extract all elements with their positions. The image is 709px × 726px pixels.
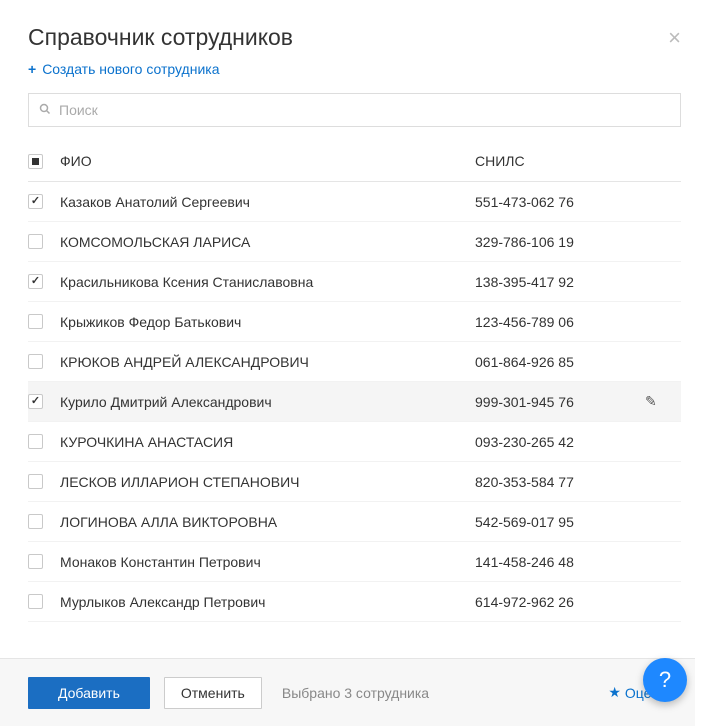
row-checkbox[interactable] (28, 234, 43, 249)
column-header-name[interactable]: ФИО (52, 153, 475, 169)
row-checkbox[interactable] (28, 594, 43, 609)
row-checkbox[interactable] (28, 434, 43, 449)
dialog-header: Справочник сотрудников × (28, 24, 681, 51)
create-employee-label: Создать нового сотрудника (42, 61, 219, 77)
employee-snils: 542-569-017 95 (475, 514, 645, 530)
row-checkbox[interactable] (28, 354, 43, 369)
employee-snils: 551-473-062 76 (475, 194, 645, 210)
employee-snils: 329-786-106 19 (475, 234, 645, 250)
employee-snils: 123-456-789 06 (475, 314, 645, 330)
table-row[interactable]: Казаков Анатолий Сергеевич551-473-062 76… (28, 182, 681, 222)
employee-name: КРЮКОВ АНДРЕЙ АЛЕКСАНДРОВИЧ (52, 354, 475, 370)
employee-name: Мурлыков Александр Петрович (52, 594, 475, 610)
create-employee-link[interactable]: + Создать нового сотрудника (28, 61, 220, 77)
employee-snils: 138-395-417 92 (475, 274, 645, 290)
table-row[interactable]: КРЮКОВ АНДРЕЙ АЛЕКСАНДРОВИЧ061-864-926 8… (28, 342, 681, 382)
employee-snils: 820-353-584 77 (475, 474, 645, 490)
row-checkbox[interactable] (28, 394, 43, 409)
select-all-checkbox[interactable] (28, 154, 43, 169)
table-row[interactable]: Красильникова Ксения Станиславовна138-39… (28, 262, 681, 302)
employee-snils: 093-230-265 42 (475, 434, 645, 450)
employee-snils: 614-972-962 26 (475, 594, 645, 610)
help-fab[interactable]: ? (643, 658, 687, 702)
dialog-title: Справочник сотрудников (28, 24, 293, 51)
search-box[interactable] (28, 93, 681, 127)
table-row[interactable]: Монаков Константин Петрович141-458-246 4… (28, 542, 681, 582)
selected-count: Выбрано 3 сотрудника (282, 685, 429, 701)
search-icon (39, 102, 51, 118)
row-checkbox[interactable] (28, 514, 43, 529)
table-header: ФИО СНИЛС (28, 145, 681, 182)
employee-list: Казаков Анатолий Сергеевич551-473-062 76… (28, 182, 681, 712)
table-row[interactable]: ЛОГИНОВА АЛЛА ВИКТОРОВНА542-569-017 95✎ (28, 502, 681, 542)
employee-name: Монаков Константин Петрович (52, 554, 475, 570)
employee-name: Красильникова Ксения Станиславовна (52, 274, 475, 290)
dialog-scroll[interactable]: Справочник сотрудников × + Создать новог… (0, 0, 709, 726)
employee-name: Казаков Анатолий Сергеевич (52, 194, 475, 210)
star-icon: ★ (608, 684, 621, 701)
table-row[interactable]: КОМСОМОЛЬСКАЯ ЛАРИСА329-786-106 19✎ (28, 222, 681, 262)
row-checkbox[interactable] (28, 314, 43, 329)
employee-name: КОМСОМОЛЬСКАЯ ЛАРИСА (52, 234, 475, 250)
employee-name: ЛОГИНОВА АЛЛА ВИКТОРОВНА (52, 514, 475, 530)
employee-name: Курило Дмитрий Александрович (52, 394, 475, 410)
row-checkbox[interactable] (28, 274, 43, 289)
close-button[interactable]: × (668, 27, 681, 49)
edit-icon[interactable]: ✎ (645, 393, 657, 409)
row-checkbox[interactable] (28, 554, 43, 569)
employee-directory-dialog: Справочник сотрудников × + Создать новог… (0, 0, 709, 712)
employee-snils: 141-458-246 48 (475, 554, 645, 570)
question-icon: ? (659, 667, 671, 693)
add-button[interactable]: Добавить (28, 677, 150, 709)
employee-name: КУРОЧКИНА АНАСТАСИЯ (52, 434, 475, 450)
employee-snils: 061-864-926 85 (475, 354, 645, 370)
table-row[interactable]: КУРОЧКИНА АНАСТАСИЯ093-230-265 42✎ (28, 422, 681, 462)
close-icon: × (668, 25, 681, 50)
table-row[interactable]: Мурлыков Александр Петрович614-972-962 2… (28, 582, 681, 622)
dialog-footer: Добавить Отменить Выбрано 3 сотрудника ★… (0, 658, 695, 726)
row-checkbox[interactable] (28, 474, 43, 489)
cancel-button[interactable]: Отменить (164, 677, 262, 709)
employee-name: Крыжиков Федор Батькович (52, 314, 475, 330)
employee-snils: 999-301-945 76 (475, 394, 645, 410)
table-row[interactable]: ЛЕСКОВ ИЛЛАРИОН СТЕПАНОВИЧ820-353-584 77… (28, 462, 681, 502)
column-header-snils[interactable]: СНИЛС (475, 153, 645, 169)
plus-icon: + (28, 61, 36, 77)
search-input[interactable] (59, 102, 670, 118)
table-row[interactable]: Крыжиков Федор Батькович123-456-789 06✎ (28, 302, 681, 342)
employee-name: ЛЕСКОВ ИЛЛАРИОН СТЕПАНОВИЧ (52, 474, 475, 490)
table-row[interactable]: Курило Дмитрий Александрович999-301-945 … (28, 382, 681, 422)
row-checkbox[interactable] (28, 194, 43, 209)
